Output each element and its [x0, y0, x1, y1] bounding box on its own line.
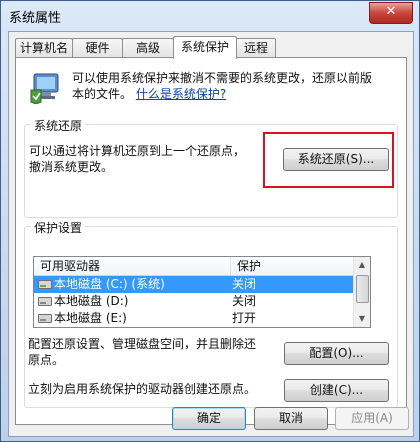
intro-line-2-text: 本的文件。: [72, 87, 133, 101]
drive-row-c[interactable]: 本地磁盘 (C:) (系统) 关闭: [34, 276, 354, 293]
title-bar[interactable]: 系统属性 ✕: [1, 1, 419, 31]
configure-button[interactable]: 配置(O)...: [284, 342, 389, 365]
intro-line-2: 本的文件。 什么是系统保护?: [72, 86, 392, 102]
configure-description: 配置还原设置、管理磁盘空间，并且删除还 原点。: [28, 336, 256, 368]
close-button[interactable]: ✕: [369, 2, 413, 24]
drive-name: 本地磁盘 (D:): [54, 294, 129, 308]
tab-advanced[interactable]: 高级: [122, 38, 174, 58]
restore-description-line-2: 撤消系统更改。: [29, 160, 114, 174]
cancel-button[interactable]: 取消: [254, 407, 328, 430]
drive-list[interactable]: 可用驱动器 保护 本地磁盘 (C:) (系统) 关闭 本地磁盘 (D:) 关闭 …: [33, 256, 371, 328]
column-available-drives[interactable]: 可用驱动器: [34, 257, 231, 275]
drive-icon: [38, 297, 52, 306]
configure-description-line-2: 原点。: [28, 353, 65, 367]
system-protection-panel: 可以使用系统保护来撤消不需要的系统更改，还原以前版 本的文件。 什么是系统保护?…: [15, 57, 407, 425]
protection-settings-group-title: 保护设置: [31, 219, 86, 236]
drive-icon: [38, 314, 52, 323]
system-protection-icon: [28, 70, 62, 105]
create-button[interactable]: 创建(C)...: [284, 379, 389, 402]
tab-computer-name[interactable]: 计算机名: [15, 38, 73, 58]
drive-name: 本地磁盘 (C:) (系统): [54, 277, 165, 291]
drive-list-header: 可用驱动器 保护: [34, 257, 354, 276]
system-restore-group-title: 系统还原: [31, 117, 86, 134]
what-is-system-protection-link[interactable]: 什么是系统保护?: [136, 87, 226, 101]
dialog-client-area: 计算机名 硬件 高级 系统保护 远程 可以使用系统保护来撤消不需要的系统更改，还…: [8, 31, 414, 437]
apply-button[interactable]: 应用(A): [335, 407, 409, 430]
highlight-annotation-box: [263, 132, 394, 188]
restore-description-line-1: 可以通过将计算机还原到上一个还原点，: [29, 144, 246, 158]
window-title: 系统属性: [9, 11, 62, 26]
column-protection[interactable]: 保护: [231, 257, 357, 275]
scroll-down-icon[interactable]: ▼: [354, 311, 370, 327]
drive-icon: [38, 280, 52, 289]
drive-list-scrollbar[interactable]: ▲ ▼: [353, 257, 370, 327]
ok-button[interactable]: 确定: [172, 407, 246, 430]
drive-row-e[interactable]: 本地磁盘 (E:) 打开: [34, 310, 354, 327]
intro-line-1: 可以使用系统保护来撤消不需要的系统更改，还原以前版: [72, 71, 373, 85]
tab-hardware[interactable]: 硬件: [72, 38, 123, 58]
scroll-up-icon[interactable]: ▲: [354, 257, 370, 273]
intro-text: 可以使用系统保护来撤消不需要的系统更改，还原以前版 本的文件。 什么是系统保护?: [72, 70, 392, 102]
drive-protection-status: 关闭: [232, 294, 257, 308]
create-description: 立刻为启用系统保护的驱动器创建还原点。: [28, 382, 257, 396]
scroll-thumb[interactable]: [356, 275, 369, 303]
configure-description-line-1: 配置还原设置、管理磁盘空间，并且删除还: [28, 337, 257, 351]
drive-protection-status: 打开: [232, 311, 257, 325]
drive-name: 本地磁盘 (E:): [54, 311, 127, 325]
restore-description: 可以通过将计算机还原到上一个还原点， 撤消系统更改。: [29, 143, 245, 175]
drive-row-d[interactable]: 本地磁盘 (D:) 关闭: [34, 293, 354, 310]
drive-protection-status: 关闭: [232, 277, 257, 291]
tab-remote[interactable]: 远程: [236, 38, 276, 58]
close-icon: ✕: [385, 4, 397, 19]
system-properties-window: 系统属性 ✕ 计算机名 硬件 高级 系统保护 远程 可以使用系统保护来撤消不需要…: [0, 0, 420, 442]
tab-system-protection[interactable]: 系统保护: [173, 36, 237, 59]
